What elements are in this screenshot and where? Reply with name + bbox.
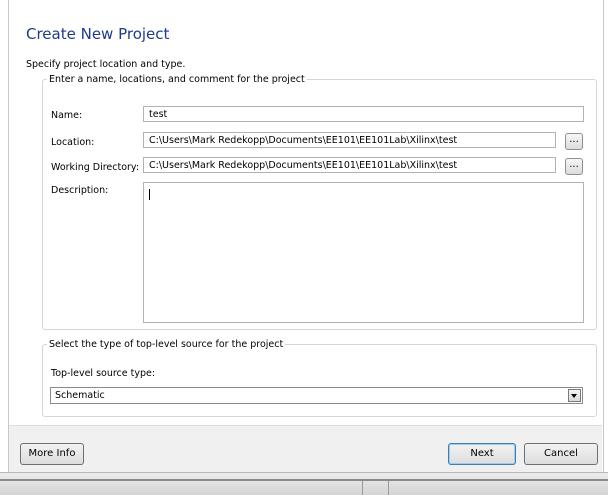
source-type-label: Top-level source type: [51, 368, 156, 379]
name-label: Name: [51, 110, 83, 121]
chevron-down-icon[interactable] [568, 389, 581, 402]
source-type-legend: Select the type of top-level source for … [49, 339, 284, 350]
divider [362, 481, 363, 495]
divider [388, 481, 389, 495]
more-info-button[interactable]: More Info [20, 443, 84, 465]
description-textarea[interactable] [143, 182, 584, 323]
browse-working-directory-button[interactable]: ... [565, 158, 583, 175]
text-caret [149, 189, 150, 200]
working-directory-field[interactable]: C:\Users\Mark Redekopp\Documents\EE101\E… [143, 157, 556, 173]
location-label: Location: [51, 137, 95, 148]
browse-location-button[interactable]: ... [565, 133, 583, 150]
source-type-value: Schematic [55, 390, 105, 401]
cancel-button[interactable]: Cancel [524, 443, 598, 465]
dialog-title: Create New Project [26, 25, 170, 43]
next-button[interactable]: Next [448, 443, 516, 465]
description-label: Description: [51, 185, 109, 196]
background-window-strip [0, 472, 608, 495]
project-info-legend: Enter a name, locations, and comment for… [49, 74, 305, 85]
location-field[interactable]: C:\Users\Mark Redekopp\Documents\EE101\E… [143, 132, 556, 148]
name-field[interactable]: test [143, 106, 584, 122]
divider [0, 479, 608, 481]
working-directory-label: Working Directory: [51, 162, 140, 173]
dialog-subtitle: Specify project location and type. [26, 59, 186, 70]
source-type-select[interactable]: Schematic [50, 387, 583, 404]
